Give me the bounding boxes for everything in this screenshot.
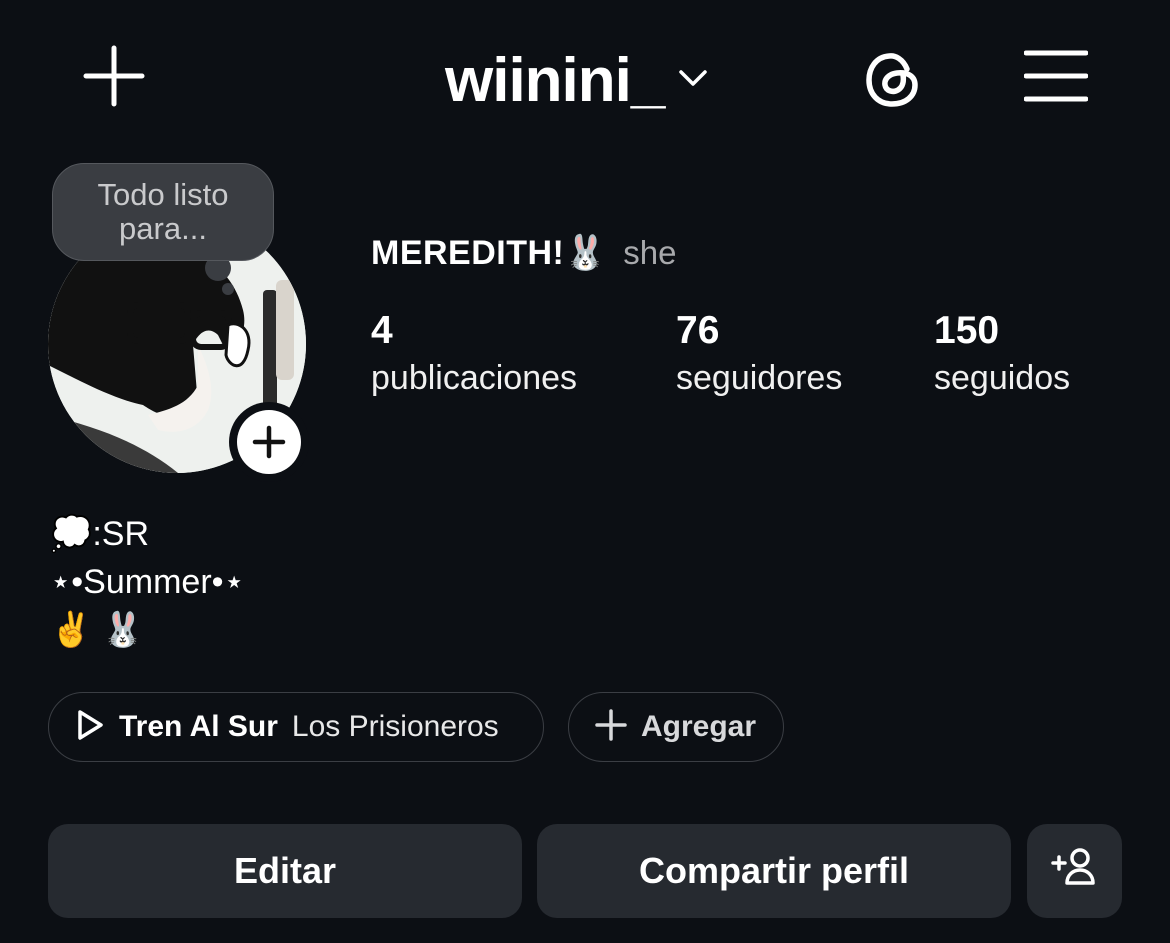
song-artist: Los Prisioneros xyxy=(291,710,499,743)
bio: 💭:SR ⋆•Summer•⋆ ✌️ 🐰 xyxy=(50,510,245,654)
account-switcher[interactable]: wiinini_ xyxy=(445,40,708,120)
edit-label: Editar xyxy=(233,850,337,891)
hamburger-menu-icon[interactable] xyxy=(1022,46,1090,106)
top-bar: wiinini_ xyxy=(0,0,1170,150)
stat-label: seguidores xyxy=(676,359,843,397)
discover-people-button[interactable] xyxy=(1027,824,1122,918)
pronouns: she xyxy=(623,234,677,271)
bio-line: 💭:SR xyxy=(50,515,150,553)
stat-followers[interactable]: 76 seguidores xyxy=(676,310,842,404)
bio-line: ✌️ 🐰 xyxy=(50,611,145,649)
note-bubble[interactable]: Todo listo para... xyxy=(52,163,274,261)
note-text: Todo listo para... xyxy=(97,177,229,246)
plus-icon[interactable] xyxy=(80,42,148,110)
stat-label: publicaciones xyxy=(371,359,578,397)
name-row: MEREDITH!🐰 she xyxy=(371,233,676,273)
add-story-button[interactable] xyxy=(229,402,309,482)
share-label: Compartir perfil xyxy=(638,850,910,891)
bio-line: ⋆•Summer•⋆ xyxy=(50,563,245,601)
username: wiinini_ xyxy=(445,45,665,115)
share-profile-button[interactable]: Compartir perfil xyxy=(537,824,1011,918)
chevron-down-icon xyxy=(678,68,708,93)
stat-label: seguidos xyxy=(934,359,1071,397)
song-title: Tren Al Sur xyxy=(119,710,278,743)
stat-value: 4 xyxy=(371,309,393,352)
stat-posts[interactable]: 4 publicaciones xyxy=(371,310,577,404)
stat-value: 76 xyxy=(676,309,720,352)
stat-value: 150 xyxy=(934,309,1000,352)
threads-icon[interactable] xyxy=(856,42,930,116)
display-name: MEREDITH!🐰 xyxy=(371,234,608,272)
plus-icon xyxy=(595,708,627,746)
add-music-button[interactable]: Agregar xyxy=(568,692,784,762)
play-icon xyxy=(75,709,105,746)
note-bubble-tail xyxy=(222,283,234,295)
plus-icon xyxy=(237,410,301,474)
edit-profile-button[interactable]: Editar xyxy=(48,824,522,918)
add-person-icon xyxy=(1050,847,1099,896)
stat-following[interactable]: 150 seguidos xyxy=(934,310,1070,404)
add-label: Agregar xyxy=(641,710,757,743)
music-pill[interactable]: Tren Al Sur Los Prisioneros xyxy=(48,692,544,762)
